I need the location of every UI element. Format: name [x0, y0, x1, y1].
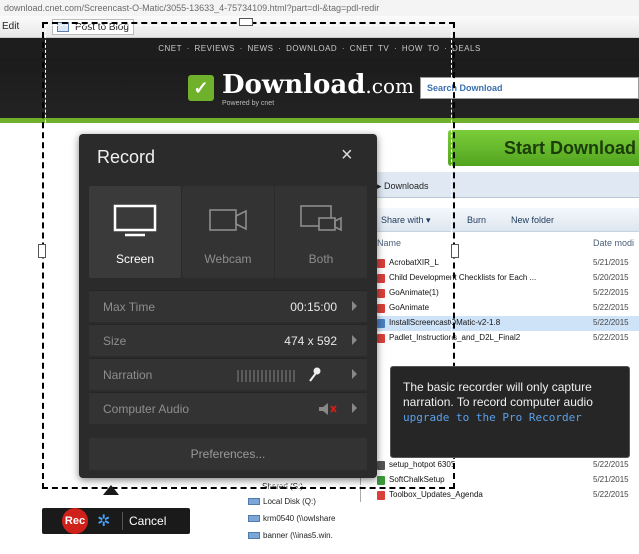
chevron-right-icon: [352, 335, 357, 345]
nav-item-local-disk[interactable]: Local Disk (Q:): [248, 497, 316, 506]
start-download-button[interactable]: Start Download: [448, 130, 639, 166]
microphone-icon[interactable]: [307, 367, 321, 383]
setting-label: Max Time: [103, 300, 156, 314]
gear-icon[interactable]: ✲: [97, 511, 110, 531]
file-date: 5/21/2015: [593, 475, 629, 484]
mode-webcam[interactable]: Webcam: [182, 186, 274, 278]
size-value: 474 x 592: [284, 334, 337, 348]
rec-button[interactable]: Rec: [62, 508, 88, 534]
edit-button[interactable]: Edit: [2, 21, 19, 32]
file-date: 5/22/2015: [593, 318, 629, 327]
audio-level-meter-icon: [237, 370, 295, 382]
resize-handle-top[interactable]: [239, 18, 253, 26]
webcam-icon: [209, 209, 247, 231]
file-name: Toolbox_Updates_Agenda: [389, 490, 483, 499]
tooltip-text: The basic recorder will only capture nar…: [403, 380, 593, 409]
pdf-icon: [377, 491, 385, 500]
cancel-button[interactable]: Cancel: [129, 514, 166, 528]
monitor-icon: [113, 204, 157, 237]
address-bar[interactable]: download.cnet.com/Screencast-O-Matic/305…: [0, 0, 639, 16]
file-date: 5/22/2015: [593, 303, 629, 312]
record-panel: Record × Screen Webcam Both Max Time 00:…: [79, 134, 377, 478]
chevron-right-icon: [352, 369, 357, 379]
computer-audio-setting[interactable]: Computer Audio: [89, 392, 367, 424]
list-item[interactable]: Toolbox_Updates_Agenda 5/22/2015: [361, 488, 639, 503]
col-date[interactable]: Date modi: [593, 238, 634, 248]
burn-button[interactable]: Burn: [467, 215, 486, 225]
network-drive-icon: [248, 515, 260, 522]
nav-item-network-2[interactable]: banner (\\inas5.win.: [248, 531, 333, 540]
file-date: 5/20/2015: [593, 273, 629, 282]
screen-and-webcam-icon: [300, 205, 342, 232]
setting-label: Size: [103, 334, 127, 348]
mode-both[interactable]: Both: [275, 186, 367, 278]
chevron-right-icon: [352, 403, 357, 413]
panel-title: Record: [97, 147, 156, 167]
upgrade-link[interactable]: upgrade to the Pro Recorder: [403, 411, 582, 424]
max-time-value: 00:15:00: [290, 300, 337, 314]
file-date: 5/22/2015: [593, 288, 629, 297]
mode-label: Both: [308, 252, 334, 266]
setting-label: Narration: [103, 368, 153, 382]
resize-handle-left[interactable]: [38, 244, 46, 258]
recorder-bar: Rec ✲ Cancel: [42, 508, 190, 534]
file-date: 5/21/2015: [593, 258, 629, 267]
narration-setting[interactable]: Narration: [89, 358, 367, 390]
mode-screen[interactable]: Screen: [89, 186, 181, 278]
preferences-button[interactable]: Preferences...: [89, 438, 367, 470]
nav-label: banner (\\inas5.win.: [263, 531, 333, 540]
nav-item-network-1[interactable]: krm0540 (\\owlshare: [248, 514, 335, 523]
mode-label: Webcam: [204, 252, 252, 266]
new-folder-button[interactable]: New folder: [511, 215, 554, 225]
max-time-setting[interactable]: Max Time 00:15:00: [89, 290, 367, 322]
nav-label: Local Disk (Q:): [263, 497, 316, 506]
bar-pointer: [103, 485, 119, 495]
close-icon[interactable]: ×: [341, 144, 353, 167]
setting-label: Computer Audio: [103, 402, 190, 416]
size-setting[interactable]: Size 474 x 592: [89, 324, 367, 356]
bar-divider: [122, 512, 123, 530]
resize-handle-right[interactable]: [451, 244, 459, 258]
file-date: 5/22/2015: [593, 333, 629, 342]
mode-label: Screen: [115, 252, 155, 266]
upgrade-tooltip: The basic recorder will only capture nar…: [390, 366, 630, 458]
file-date: 5/22/2015: [593, 460, 629, 469]
drive-icon: [248, 498, 260, 505]
nav-label: krm0540 (\\owlshare: [263, 514, 336, 523]
chevron-right-icon: [352, 301, 357, 311]
file-date: 5/22/2015: [593, 490, 629, 499]
url-text: download.cnet.com/Screencast-O-Matic/305…: [4, 3, 380, 13]
network-drive-icon: [248, 532, 260, 539]
speaker-muted-icon[interactable]: [319, 403, 337, 415]
